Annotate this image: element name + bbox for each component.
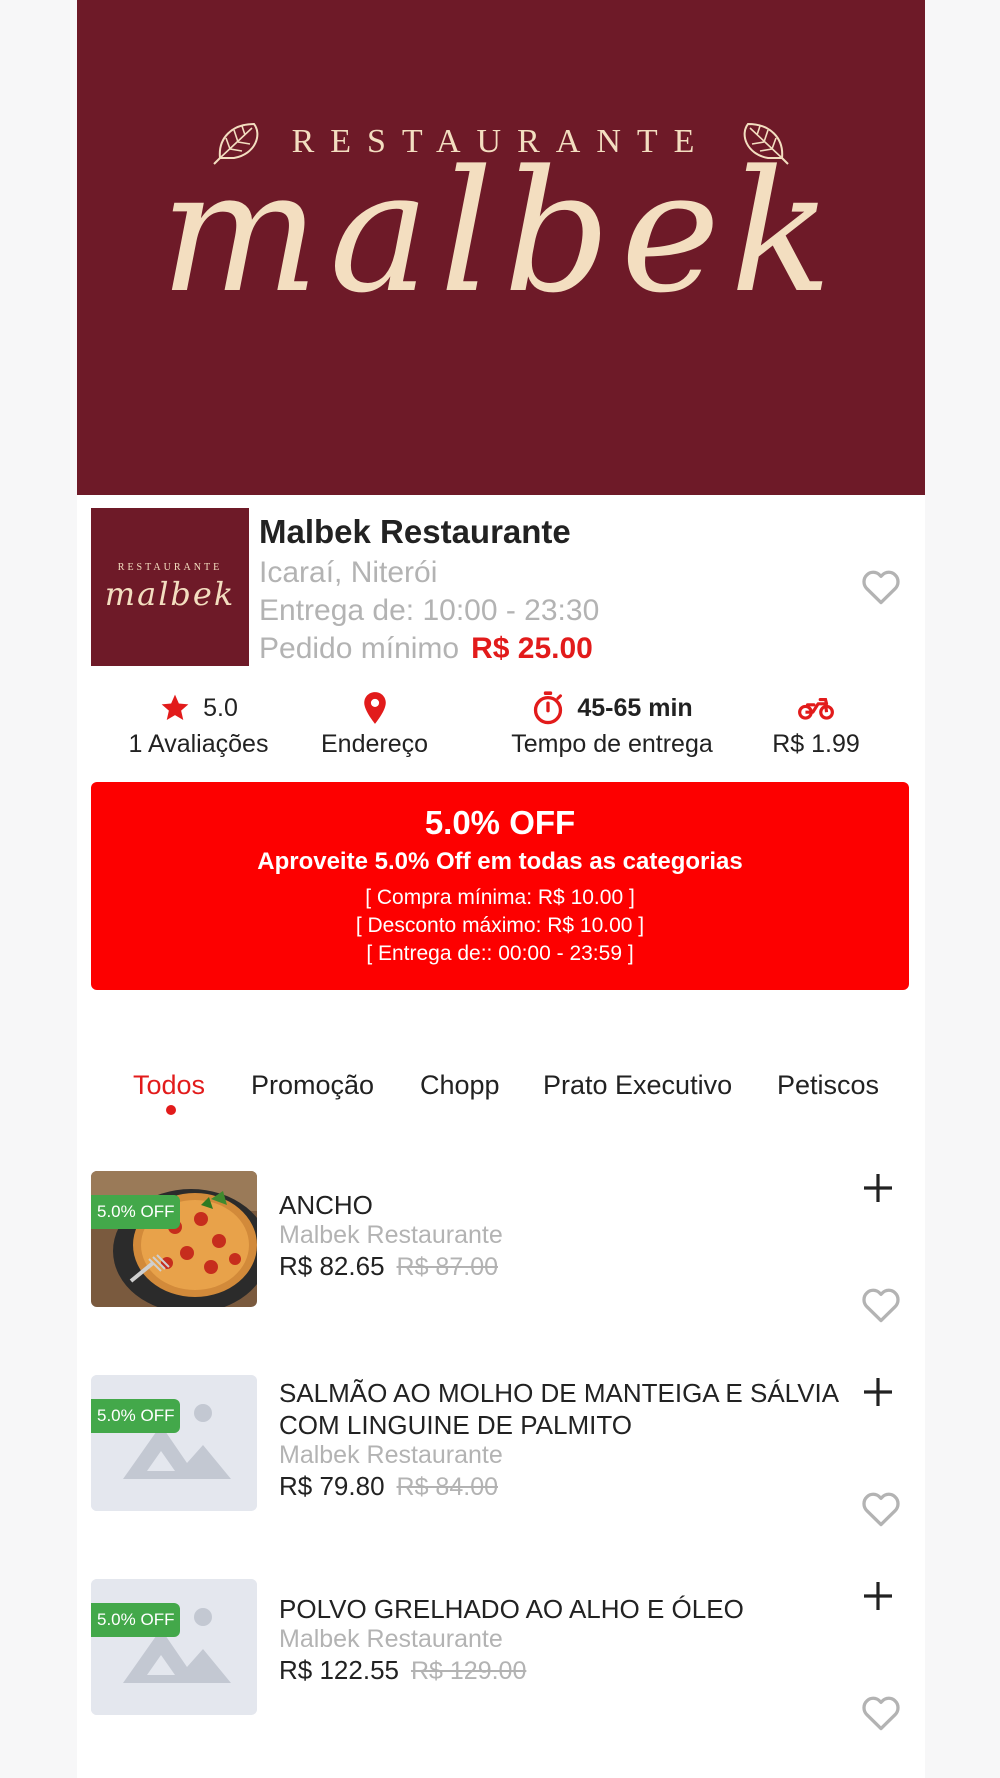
promo-banner[interactable]: 5.0% OFF Aproveite 5.0% Off em todas as … bbox=[91, 782, 909, 990]
restaurant-location: Icaraí, Niterói bbox=[259, 556, 438, 589]
add-to-cart-icon[interactable] bbox=[861, 1375, 895, 1409]
restaurant-hours: Entrega de: 10:00 - 23:30 bbox=[259, 594, 600, 627]
stat-delivery-fee: R$ 1.99 bbox=[769, 690, 863, 759]
tab-todos[interactable]: Todos bbox=[133, 1070, 205, 1101]
favorite-heart-icon[interactable] bbox=[859, 1487, 903, 1531]
product-price-row: R$ 79.80 R$ 84.00 bbox=[279, 1471, 498, 1502]
pizza-photo bbox=[91, 1171, 257, 1307]
product-price: R$ 82.65 bbox=[279, 1251, 385, 1281]
product-store: Malbek Restaurante bbox=[279, 1625, 503, 1653]
stat-delivery-time: 45-65 min Tempo de entrega bbox=[501, 690, 723, 759]
product-card[interactable]: 5.0% OFF SALMÃO AO MOLHO DE MANTEIGA E S… bbox=[77, 1375, 925, 1555]
product-image-placeholder bbox=[91, 1579, 257, 1715]
tab-promocao[interactable]: Promoção bbox=[251, 1070, 374, 1101]
stopwatch-icon bbox=[534, 691, 563, 725]
delivery-time-label: Tempo de entrega bbox=[511, 730, 713, 758]
rating-label: 1 Avaliações bbox=[128, 730, 269, 758]
promo-title: 5.0% OFF bbox=[424, 804, 576, 841]
product-store: Malbek Restaurante bbox=[279, 1441, 503, 1469]
category-tabs: Todos Promoção Chopp Prato Executivo Pet… bbox=[77, 1070, 925, 1120]
product-old-price: R$ 129.00 bbox=[410, 1657, 527, 1685]
product-name: POLVO GRELHADO AO ALHO E ÓLEO bbox=[279, 1594, 744, 1624]
add-to-cart-icon[interactable] bbox=[861, 1171, 895, 1205]
restaurant-page: RESTAURANTE malbek RESTAURANTE malbek Ma… bbox=[77, 0, 925, 1778]
restaurant-name: Malbek Restaurante bbox=[259, 513, 571, 550]
delivery-time-value: 45-65 min bbox=[577, 693, 693, 722]
min-order-label: Pedido mínimo bbox=[259, 632, 460, 665]
image-placeholder-icon bbox=[91, 1375, 257, 1511]
promo-subtitle: Aproveite 5.0% Off em todas as categoria… bbox=[257, 848, 743, 875]
product-old-price: R$ 87.00 bbox=[396, 1253, 498, 1281]
star-icon bbox=[161, 694, 189, 720]
product-price-row: R$ 122.55 R$ 129.00 bbox=[279, 1655, 526, 1686]
product-image bbox=[91, 1171, 257, 1307]
favorite-heart-icon[interactable] bbox=[859, 1283, 903, 1327]
product-image-placeholder bbox=[91, 1375, 257, 1511]
product-old-price: R$ 84.00 bbox=[396, 1473, 498, 1501]
rating-value: 5.0 bbox=[203, 693, 238, 722]
logo-restaurante-text: RESTAURANTE bbox=[117, 561, 223, 573]
add-to-cart-icon[interactable] bbox=[861, 1579, 895, 1613]
tab-petiscos[interactable]: Petiscos bbox=[777, 1070, 879, 1101]
product-price-row: R$ 82.65 R$ 87.00 bbox=[279, 1251, 498, 1282]
restaurant-stats: 5.0 1 Avaliações Endereço 45-65 min Temp… bbox=[77, 690, 925, 765]
min-order-row: Pedido mínimo R$ 25.00 bbox=[259, 630, 779, 668]
discount-badge: 5.0% OFF bbox=[91, 1399, 181, 1433]
logo-script-text: malbek bbox=[104, 574, 236, 613]
stat-rating[interactable]: 5.0 1 Avaliações bbox=[121, 690, 276, 759]
location-pin-icon bbox=[363, 692, 386, 724]
image-placeholder-icon bbox=[91, 1579, 257, 1715]
tab-chopp[interactable]: Chopp bbox=[420, 1070, 500, 1101]
restaurant-info: Malbek Restaurante Icaraí, Niterói Entre… bbox=[259, 510, 779, 668]
min-order-value: R$ 25.00 bbox=[471, 632, 593, 665]
promo-max-discount: [ Desconto máximo: R$ 10.00 ] bbox=[355, 914, 645, 937]
promo-min-purchase: [ Compra mínima: R$ 10.00 ] bbox=[365, 886, 635, 909]
product-card[interactable]: 5.0% OFF POLVO GRELHADO AO ALHO E ÓLEO M… bbox=[77, 1579, 925, 1759]
discount-badge: 5.0% OFF bbox=[91, 1195, 181, 1229]
product-name: SALMÃO AO MOLHO DE MANTEIGA E SÁLVIA COM… bbox=[279, 1378, 838, 1440]
motorcycle-icon bbox=[798, 697, 834, 720]
promo-delivery-window: [ Entrega de:: 00:00 - 23:59 ] bbox=[366, 942, 634, 965]
discount-badge: 5.0% OFF bbox=[91, 1603, 181, 1637]
product-price: R$ 79.80 bbox=[279, 1471, 385, 1501]
banner-logo-script: malbek bbox=[160, 134, 842, 330]
delivery-fee-label: R$ 1.99 bbox=[772, 730, 860, 758]
product-price: R$ 122.55 bbox=[279, 1655, 399, 1685]
favorite-heart-icon[interactable] bbox=[859, 565, 903, 609]
product-store: Malbek Restaurante bbox=[279, 1221, 503, 1249]
tab-prato-executivo[interactable]: Prato Executivo bbox=[543, 1070, 732, 1101]
restaurant-logo: RESTAURANTE malbek bbox=[91, 508, 249, 666]
address-label: Endereço bbox=[320, 730, 429, 758]
product-name: ANCHO bbox=[279, 1190, 373, 1220]
stat-address[interactable]: Endereço bbox=[317, 690, 432, 759]
restaurant-banner: RESTAURANTE malbek bbox=[77, 0, 925, 495]
active-tab-indicator bbox=[166, 1105, 176, 1115]
product-card[interactable]: 5.0% OFF ANCHO Malbek Restaurante R$ 82.… bbox=[77, 1171, 925, 1351]
favorite-heart-icon[interactable] bbox=[859, 1691, 903, 1735]
